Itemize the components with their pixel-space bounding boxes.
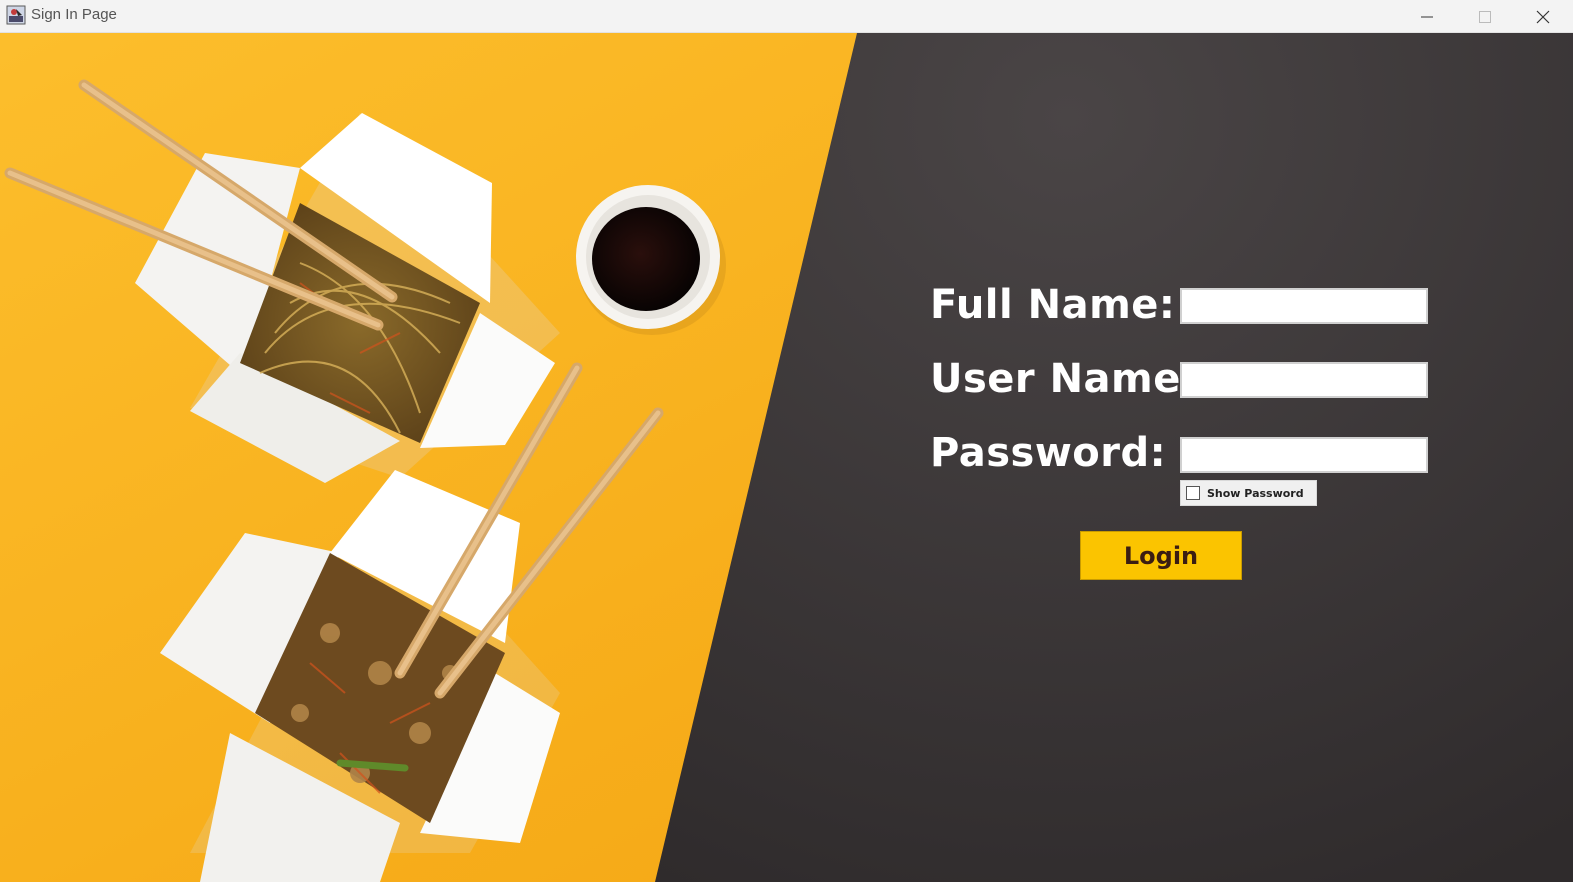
user-name-field[interactable] — [1180, 362, 1428, 398]
app-icon — [6, 5, 26, 25]
password-label: Password: — [930, 430, 1167, 476]
show-password-checkbox[interactable]: Show Password — [1180, 480, 1317, 506]
full-name-field[interactable] — [1180, 288, 1428, 324]
window-title: Sign In Page — [31, 6, 117, 23]
minimize-icon — [1421, 16, 1433, 17]
maximize-button[interactable] — [1456, 0, 1514, 33]
close-icon — [1536, 10, 1550, 23]
user-name-label: User Name: — [930, 356, 1198, 402]
close-button[interactable] — [1514, 0, 1572, 33]
checkbox-square[interactable] — [1186, 486, 1200, 500]
sign-in-panel: Full Name: User Name: Password: Show Pas… — [0, 33, 1573, 882]
login-button[interactable]: Login — [1080, 531, 1242, 580]
window-title-bar: Sign In Page — [0, 0, 1573, 33]
maximize-icon — [1479, 10, 1491, 23]
show-password-label: Show Password — [1207, 486, 1304, 500]
password-field[interactable] — [1180, 437, 1428, 473]
minimize-button[interactable] — [1398, 0, 1456, 33]
full-name-label: Full Name: — [930, 282, 1176, 328]
